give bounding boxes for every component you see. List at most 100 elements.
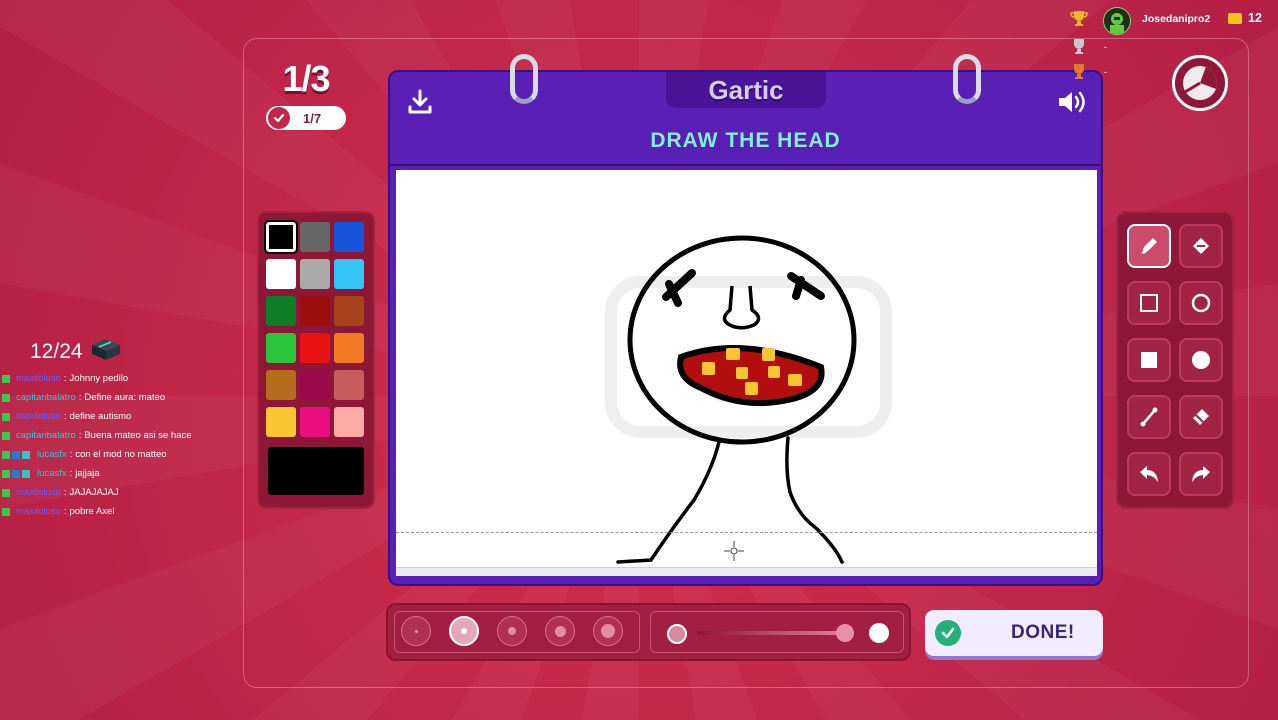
done-label: DONE! [1011,622,1075,643]
chat-text: pobre Axel [69,506,115,517]
round-number: 1/3 [282,58,330,99]
chat-username: maxiloluso [16,506,61,517]
brush-size-2[interactable] [449,616,479,646]
brush-size-1[interactable] [401,616,431,646]
vip-badge-icon [22,450,30,459]
pencil-tool[interactable] [1127,224,1171,268]
chat-message: maxiloluso: pobre Axel [2,502,192,521]
brush-size-group [394,611,640,653]
color-swatch[interactable] [334,259,364,289]
chat-message: lucasfx: jajjaja [2,464,192,483]
color-swatch[interactable] [264,220,298,254]
color-swatch[interactable] [334,222,364,252]
ellipse-outline-tool[interactable] [1179,281,1223,325]
chat-separator: : [63,373,67,384]
rectangle-filled-tool[interactable] [1127,338,1171,382]
opacity-min-dot [667,624,687,644]
drawing-canvas[interactable]: GP [396,170,1097,576]
redo-tool[interactable] [1179,452,1223,496]
chat-message: lucasfx: con el mod no matteo [2,445,192,464]
color-swatch[interactable] [300,407,330,437]
color-swatch[interactable] [300,370,330,400]
chat-overlay: maxiloluso: Johnny pedilo capitanbalatro: D… [2,369,192,521]
notebook-pages [396,567,1097,576]
color-swatch[interactable] [266,333,296,363]
chat-text: Johnny pedilo [69,373,129,384]
username: Josedanipro2 [1142,13,1211,25]
nose [722,285,761,330]
tool-panel [1116,211,1234,509]
binder-ring-left [510,54,538,104]
chat-username: maxiloluso [16,411,61,422]
chat-username: maxiloluso [16,373,61,384]
color-swatch[interactable] [266,259,296,289]
baseline-guide [396,532,1097,533]
eraser-tool[interactable] [1179,395,1223,439]
gartic-logo: Gartic [666,72,826,108]
binder-ring-right [953,54,981,104]
chat-separator: : [69,449,73,460]
logo-text: Gartic [708,74,784,105]
opacity-slider[interactable] [697,631,851,635]
box-icon [89,337,123,367]
opacity-max-dot [869,623,889,643]
chat-count: 12/24 [30,340,83,363]
moderator-badge-icon [12,450,20,459]
coin-icon [1228,13,1242,24]
current-color-preview [268,447,364,495]
ellipse-outline-icon [1191,293,1211,313]
draw-prompt: DRAW THE HEAD [650,129,841,152]
fill-bucket-icon [1193,238,1209,254]
vip-badge-icon [22,469,30,478]
color-swatch[interactable] [300,296,330,326]
fill-tool[interactable] [1179,224,1223,268]
rectangle-outline-tool[interactable] [1127,281,1171,325]
drawing: GP [605,235,892,564]
chat-separator: : [63,411,67,422]
chat-text: jajjaja [75,468,100,479]
color-swatch[interactable] [266,370,296,400]
color-swatch[interactable] [266,407,296,437]
color-swatch[interactable] [334,370,364,400]
chat-message: maxiloluso: define autismo [2,407,192,426]
brush-size-4[interactable] [545,616,575,646]
color-swatch[interactable] [300,222,330,252]
chat-counter: 12/24 [30,337,123,367]
subscriber-badge-icon [2,507,10,516]
color-swatch[interactable] [300,259,330,289]
rectangle-outline-icon [1140,294,1158,312]
ellipse-filled-icon [1192,351,1210,369]
pencil-icon [1141,238,1157,254]
ellipse-filled-tool[interactable] [1179,338,1223,382]
color-swatch[interactable] [300,333,330,363]
color-swatch[interactable] [334,333,364,363]
opacity-slider-knob[interactable] [836,624,854,642]
brush-settings-bar [386,603,911,661]
second-place-score: - [1104,42,1107,52]
download-icon[interactable] [400,82,440,122]
chat-username: lucasfx [37,449,67,460]
brush-size-5[interactable] [593,616,623,646]
color-swatch[interactable] [334,296,364,326]
chat-username: capitanbalatro [16,430,76,441]
subscriber-badge-icon [2,488,10,497]
eraser-icon [1193,409,1209,425]
line-tool[interactable] [1127,395,1171,439]
subscriber-badge-icon [2,393,10,402]
done-button[interactable]: DONE! [925,610,1103,656]
player-scores: Josedanipro2 12 - - [1070,6,1270,81]
color-swatch[interactable] [334,407,364,437]
brush-size-3[interactable] [497,616,527,646]
rectangle-filled-icon [1141,352,1157,368]
coin-count: 12 [1248,11,1262,25]
opacity-group [650,611,904,653]
crosshair-cursor [724,541,744,561]
subscriber-badge-icon [2,450,10,459]
undo-tool[interactable] [1127,452,1171,496]
chat-separator: : [69,468,73,479]
chat-message: capitanbalatro: Buena mateo asi se hace [2,426,192,445]
bronze-trophy-icon [1074,64,1084,79]
sound-icon[interactable] [1052,82,1092,122]
round-counter: 1/3 1/7 [266,58,346,130]
color-swatch[interactable] [266,296,296,326]
